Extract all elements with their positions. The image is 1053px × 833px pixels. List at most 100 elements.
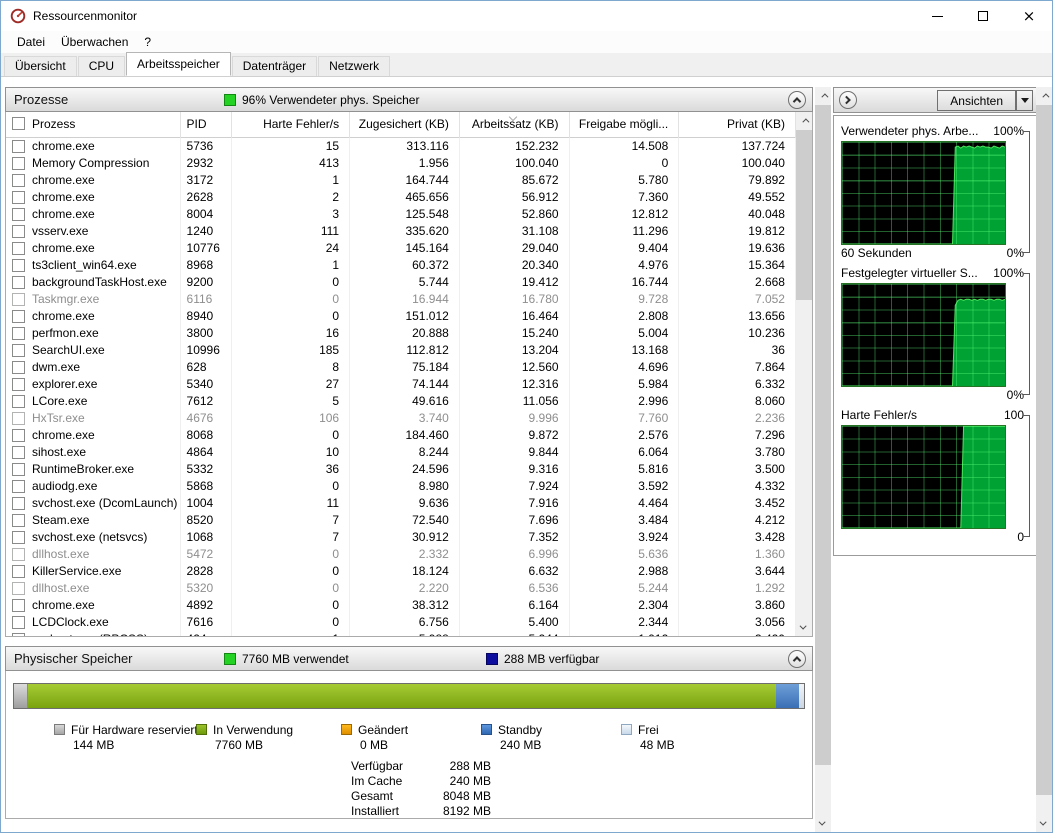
collapse-panel-button[interactable] bbox=[839, 91, 857, 109]
tab-übersicht[interactable]: Übersicht bbox=[4, 56, 77, 76]
table-row[interactable]: HxTsr.exe 4676 106 3.740 9.996 7.760 2.236 bbox=[6, 410, 796, 427]
row-checkbox[interactable] bbox=[12, 599, 25, 612]
views-button[interactable]: Ansichten bbox=[937, 90, 1016, 111]
tab-datenträger[interactable]: Datenträger bbox=[231, 56, 318, 76]
tab-netzwerk[interactable]: Netzwerk bbox=[318, 56, 391, 76]
maximize-button[interactable] bbox=[960, 1, 1006, 31]
table-row[interactable]: chrome.exe 8004 3 125.548 52.860 12.812 40.048 bbox=[6, 206, 796, 223]
table-row[interactable]: chrome.exe 8940 0 151.012 16.464 2.808 13.656 bbox=[6, 308, 796, 325]
table-row[interactable]: chrome.exe 10776 24 145.164 29.040 9.404 19.63… bbox=[6, 240, 796, 257]
table-row[interactable]: vsserv.exe 1240 111 335.620 31.108 11.296 19.8… bbox=[6, 223, 796, 240]
cell-shareable: 3.592 bbox=[570, 478, 680, 495]
table-row[interactable]: svchost.exe (DcomLaunch) 1004 11 9.636 7.916… bbox=[6, 495, 796, 512]
row-checkbox[interactable] bbox=[12, 395, 25, 408]
tab-arbeitsspeicher[interactable]: Arbeitsspeicher bbox=[126, 52, 231, 76]
table-row[interactable]: backgroundTaskHost.exe 9200 0 5.744 19.412 16… bbox=[6, 274, 796, 291]
table-row[interactable]: chrome.exe 3172 1 164.744 85.672 5.780 79.892 bbox=[6, 172, 796, 189]
menu-item-0[interactable]: Datei bbox=[9, 33, 53, 51]
scroll-down-button[interactable] bbox=[796, 619, 812, 636]
memory-section-header: Physischer Speicher 7760 MB verwendet 28… bbox=[5, 646, 813, 671]
table-row[interactable]: KillerService.exe 2828 0 18.124 6.632 2.988 3.… bbox=[6, 563, 796, 580]
menu-item-1[interactable]: Überwachen bbox=[53, 33, 136, 51]
scroll-up-button[interactable] bbox=[796, 112, 812, 129]
collapse-processes-button[interactable] bbox=[788, 91, 806, 109]
tab-cpu[interactable]: CPU bbox=[77, 56, 126, 76]
row-checkbox[interactable] bbox=[12, 225, 25, 238]
scroll-down-button[interactable] bbox=[1036, 815, 1052, 832]
table-row[interactable]: chrome.exe 4892 0 38.312 6.164 2.304 3.860 bbox=[6, 597, 796, 614]
row-checkbox[interactable] bbox=[12, 446, 25, 459]
row-checkbox[interactable] bbox=[12, 514, 25, 527]
row-checkbox[interactable] bbox=[12, 480, 25, 493]
row-checkbox[interactable] bbox=[12, 344, 25, 357]
right-pane-scrollbar[interactable] bbox=[1036, 87, 1052, 832]
scrollbar-thumb[interactable] bbox=[1036, 105, 1052, 795]
legend-item-orange: Geändert 0 MB bbox=[341, 723, 408, 753]
table-row[interactable]: ts3client_win64.exe 8968 1 60.372 20.340 4.97… bbox=[6, 257, 796, 274]
row-checkbox[interactable] bbox=[12, 191, 25, 204]
scroll-down-button[interactable] bbox=[815, 815, 831, 832]
row-checkbox[interactable] bbox=[12, 463, 25, 476]
row-checkbox[interactable] bbox=[12, 242, 25, 255]
table-row[interactable]: explorer.exe 5340 27 74.144 12.316 5.984 6.332 bbox=[6, 376, 796, 393]
table-row[interactable]: chrome.exe 5736 15 313.116 152.232 14.508 137.… bbox=[6, 138, 796, 155]
table-row[interactable]: LCore.exe 7612 5 49.616 11.056 2.996 8.060 bbox=[6, 393, 796, 410]
table-row[interactable]: audiodg.exe 5868 0 8.980 7.924 3.592 4.332 bbox=[6, 478, 796, 495]
column-header-6[interactable]: Privat (KB) bbox=[679, 112, 796, 138]
scrollbar-thumb[interactable] bbox=[796, 130, 812, 300]
row-checkbox[interactable] bbox=[12, 327, 25, 340]
table-row[interactable]: svchost.exe (netsvcs) 1068 7 30.912 7.352 3.9… bbox=[6, 529, 796, 546]
row-checkbox[interactable] bbox=[12, 412, 25, 425]
row-checkbox[interactable] bbox=[12, 276, 25, 289]
left-pane-scrollbar[interactable] bbox=[815, 87, 831, 832]
table-row[interactable]: RuntimeBroker.exe 5332 36 24.596 9.316 5.816 3… bbox=[6, 461, 796, 478]
row-checkbox[interactable] bbox=[12, 633, 25, 636]
table-row[interactable]: dllhost.exe 5472 0 2.332 6.996 5.636 1.360 bbox=[6, 546, 796, 563]
column-header-0[interactable]: Prozess bbox=[6, 112, 181, 138]
table-row[interactable]: Steam.exe 8520 7 72.540 7.696 3.484 4.212 bbox=[6, 512, 796, 529]
table-row[interactable]: dllhost.exe 5320 0 2.220 6.536 5.244 1.292 bbox=[6, 580, 796, 597]
close-button[interactable]: × bbox=[1006, 1, 1052, 31]
row-checkbox[interactable] bbox=[12, 429, 25, 442]
scroll-up-button[interactable] bbox=[1036, 87, 1052, 104]
row-checkbox[interactable] bbox=[12, 378, 25, 391]
column-header-1[interactable]: PID bbox=[181, 112, 233, 138]
table-row[interactable]: dwm.exe 628 8 75.184 12.560 4.696 7.864 bbox=[6, 359, 796, 376]
row-checkbox[interactable] bbox=[12, 140, 25, 153]
table-row[interactable]: SearchUI.exe 10996 185 112.812 13.204 13.168 3… bbox=[6, 342, 796, 359]
row-checkbox[interactable] bbox=[12, 497, 25, 510]
column-header-4[interactable]: Arbeitssatz (KB) bbox=[460, 112, 570, 138]
row-checkbox[interactable] bbox=[12, 565, 25, 578]
scroll-up-button[interactable] bbox=[815, 87, 831, 104]
row-checkbox[interactable] bbox=[12, 361, 25, 374]
table-row[interactable]: svchost.exe (RPCSS)42415.9885.2441.9123.… bbox=[6, 631, 796, 636]
table-row[interactable]: chrome.exe 8068 0 184.460 9.872 2.576 7.296 bbox=[6, 427, 796, 444]
select-all-checkbox[interactable] bbox=[12, 117, 25, 130]
scrollbar-thumb[interactable] bbox=[815, 105, 831, 765]
table-scrollbar[interactable] bbox=[796, 112, 812, 636]
row-checkbox[interactable] bbox=[12, 548, 25, 561]
row-checkbox[interactable] bbox=[12, 174, 25, 187]
table-row[interactable]: sihost.exe 4864 10 8.244 9.844 6.064 3.780 bbox=[6, 444, 796, 461]
column-header-2[interactable]: Harte Fehler/s bbox=[232, 112, 351, 138]
row-checkbox[interactable] bbox=[12, 616, 25, 629]
row-checkbox[interactable] bbox=[12, 208, 25, 221]
collapse-memory-button[interactable] bbox=[788, 650, 806, 668]
cell-shareable: 13.168 bbox=[570, 342, 680, 359]
table-row[interactable]: Taskmgr.exe 6116 0 16.944 16.780 9.728 7.052 bbox=[6, 291, 796, 308]
table-row[interactable]: perfmon.exe 3800 16 20.888 15.240 5.004 10.236 bbox=[6, 325, 796, 342]
row-checkbox[interactable] bbox=[12, 293, 25, 306]
minimize-button[interactable] bbox=[914, 1, 960, 31]
row-checkbox[interactable] bbox=[12, 531, 25, 544]
table-row[interactable]: chrome.exe 2628 2 465.656 56.912 7.360 49.552 bbox=[6, 189, 796, 206]
row-checkbox[interactable] bbox=[12, 259, 25, 272]
column-header-3[interactable]: Zugesichert (KB) bbox=[350, 112, 460, 138]
table-row[interactable]: Memory Compression 2932 413 1.956 100.040 0 10… bbox=[6, 155, 796, 172]
row-checkbox[interactable] bbox=[12, 157, 25, 170]
column-header-5[interactable]: Freigabe mögli... bbox=[570, 112, 680, 138]
menu-item-2[interactable]: ? bbox=[136, 33, 159, 51]
row-checkbox[interactable] bbox=[12, 582, 25, 595]
table-row[interactable]: LCDClock.exe 7616 0 6.756 5.400 2.344 3.056 bbox=[6, 614, 796, 631]
row-checkbox[interactable] bbox=[12, 310, 25, 323]
views-dropdown-button[interactable] bbox=[1016, 90, 1033, 111]
